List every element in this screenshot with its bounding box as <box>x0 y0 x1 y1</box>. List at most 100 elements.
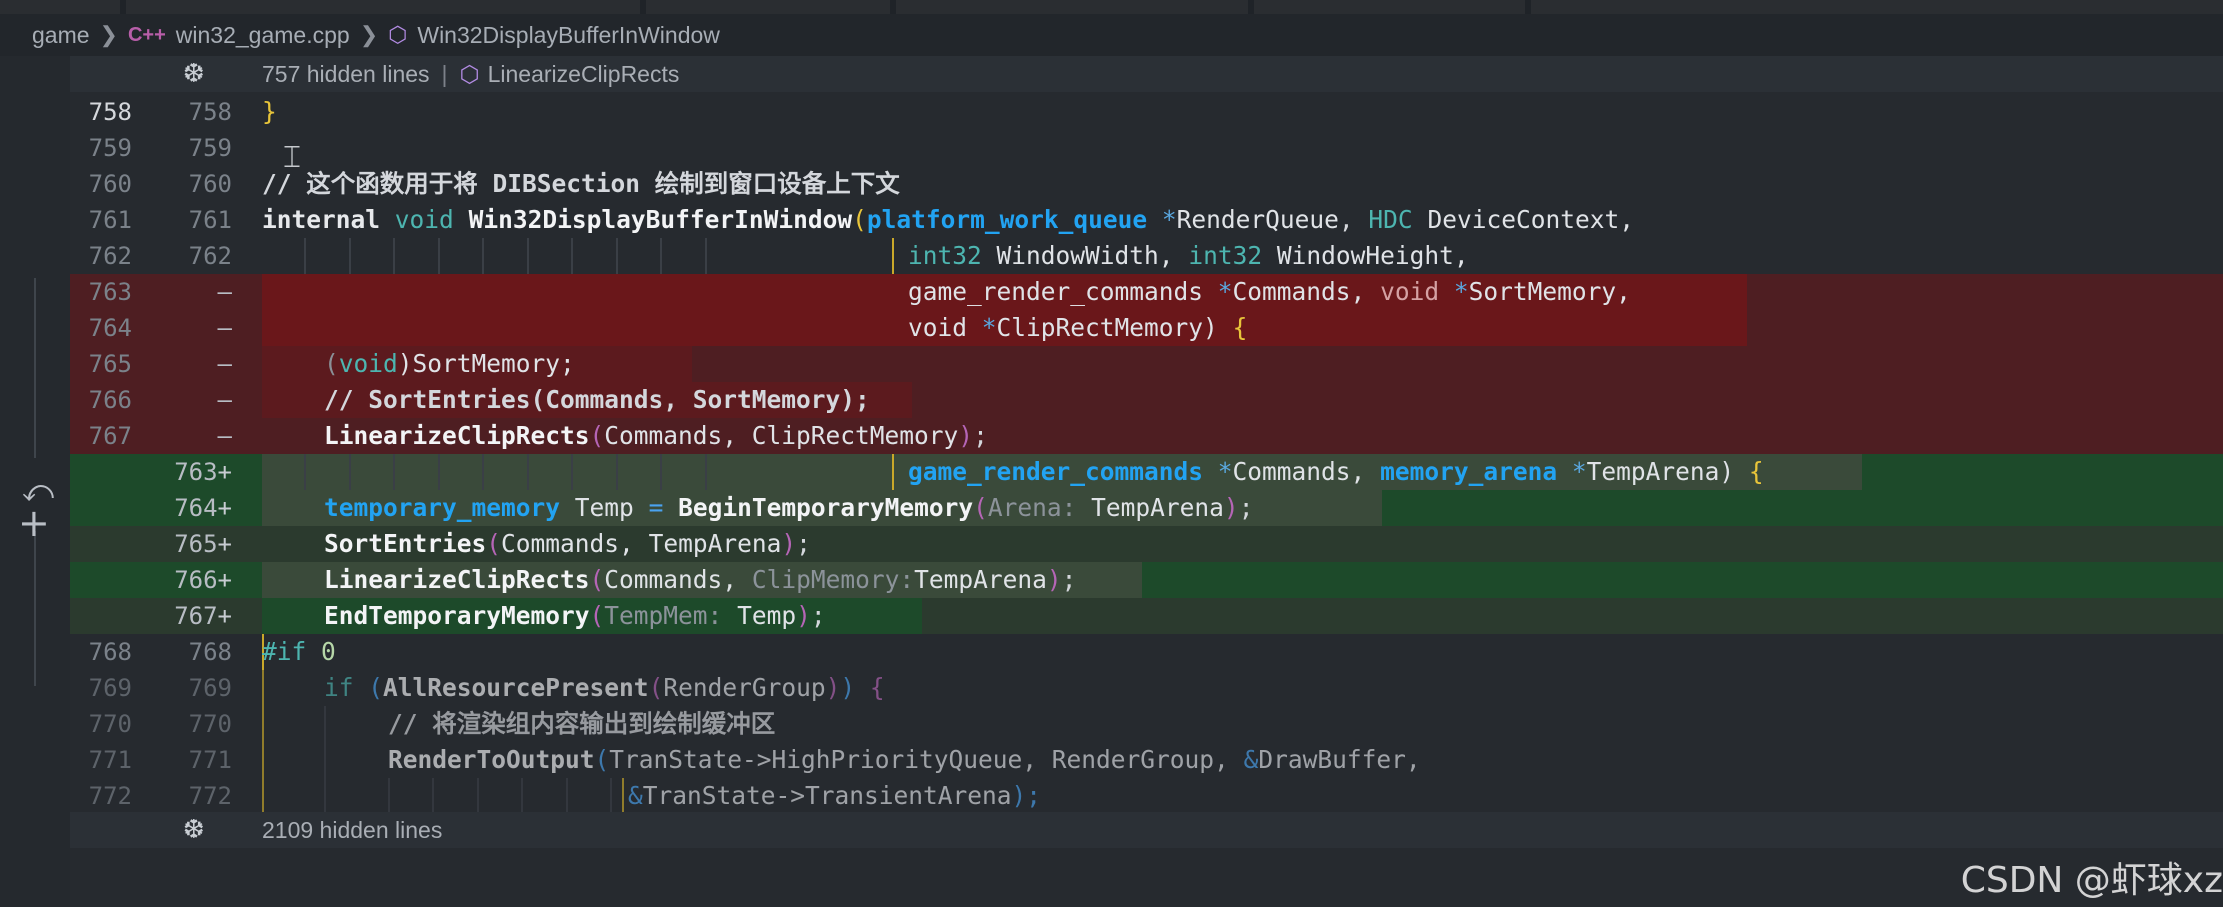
line-number-old: 769 <box>88 674 132 702</box>
breadcrumb: game ❯ C++ win32_game.cpp ❯ ⬡ Win32Displ… <box>0 14 2223 56</box>
line-number-new: — <box>217 314 232 342</box>
diff-added-line: 766+ LinearizeClipRects(Commands, ClipMe… <box>70 562 2223 598</box>
code-text: if (AllResourcePresent(RenderGroup)) { <box>324 673 885 702</box>
diff-added-line: 765+ SortEntries(Commands, TempArena); <box>70 526 2223 562</box>
unfold-icon[interactable]: ❆ <box>183 815 205 845</box>
text-cursor-icon: ⌶ <box>283 140 301 175</box>
tab-divider <box>120 0 126 14</box>
line-number-old <box>70 526 132 562</box>
line-number-new: 758 <box>188 98 232 126</box>
code-text: RenderToOutput(TranState->HighPriorityQu… <box>388 745 1421 774</box>
tab-strip <box>0 0 2223 14</box>
line-number-old: 767 <box>88 422 132 450</box>
line-number-old: 764 <box>88 314 132 342</box>
line-number-old: 758 <box>88 98 132 126</box>
code-text: LinearizeClipRects(Commands, ClipMemory:… <box>324 565 1077 594</box>
code-line: 772 772 &TranState->TransientArena); <box>70 778 2223 814</box>
breadcrumb-symbol[interactable]: Win32DisplayBufferInWindow <box>417 22 720 49</box>
line-number-new: 771 <box>188 746 232 774</box>
code-text: } <box>262 97 277 126</box>
code-text: game_render_commands *Commands, memory_a… <box>908 457 1764 486</box>
diff-added-line: 764+ temporary_memory Temp = BeginTempor… <box>70 490 2223 526</box>
code-editor[interactable]: ❆ 757 hidden lines | ⬡ LinearizeClipRects 7… <box>70 56 2223 907</box>
code-line: 761 761 internal void Win32DisplayBuffer… <box>70 202 2223 238</box>
line-number-old: 759 <box>88 134 132 162</box>
diff-removed-line: 765 — (void)SortMemory; <box>70 346 2223 382</box>
hidden-lines-fold-bottom[interactable]: ❆ 2109 hidden lines <box>70 812 2223 848</box>
line-number-new: — <box>217 386 232 414</box>
code-text: EndTemporaryMemory(TempMem: Temp); <box>324 601 826 630</box>
line-number-new: — <box>217 422 232 450</box>
breadcrumb-folder[interactable]: game <box>32 22 90 49</box>
code-text: #if 0 <box>262 637 336 666</box>
code-line: 759 759 <box>70 130 2223 166</box>
diff-removed-line: 763 — game_render_commands *Commands, vo… <box>70 274 2223 310</box>
breadcrumb-file[interactable]: win32_game.cpp <box>176 22 350 49</box>
diff-removed-line: 766 — // SortEntries(Commands, SortMemor… <box>70 382 2223 418</box>
line-number-new: 762 <box>188 242 232 270</box>
tab-divider <box>640 0 646 14</box>
hidden-lines-count: 757 hidden lines <box>262 60 430 87</box>
code-line: 758 758 } <box>70 94 2223 130</box>
code-comment: // 将渲染组内容输出到绘制缓冲区 <box>388 709 776 738</box>
line-number-old: 770 <box>88 710 132 738</box>
code-line: 771 771 RenderToOutput(TranState->HighPr… <box>70 742 2223 778</box>
diff-range-bar <box>34 278 36 458</box>
line-number-new: 767+ <box>174 602 232 630</box>
line-number-old: 761 <box>88 206 132 234</box>
fold-symbol: LinearizeClipRects <box>487 60 680 87</box>
line-number-old: 765 <box>88 350 132 378</box>
line-number-new: — <box>217 350 232 378</box>
code-line: 762 762 int32 WindowWidth, int32 WindowH… <box>70 238 2223 274</box>
line-number-old: 760 <box>88 170 132 198</box>
diff-removed-line: 767 — LinearizeClipRects(Commands, ClipR… <box>70 418 2223 454</box>
tab-divider <box>1248 0 1254 14</box>
line-number-new: 761 <box>188 206 232 234</box>
line-number-old <box>70 490 132 526</box>
code-text: game_render_commands *Commands, void *So… <box>908 277 1631 306</box>
chevron-right-icon: ❯ <box>359 22 379 47</box>
line-number-new: 770 <box>188 710 232 738</box>
line-number-old: 766 <box>88 386 132 414</box>
tab-divider <box>890 0 896 14</box>
line-number-new: — <box>217 278 232 306</box>
line-number-old <box>70 454 132 490</box>
line-number-old: 762 <box>88 242 132 270</box>
code-text: int32 WindowWidth, int32 WindowHeight, <box>908 241 1469 270</box>
diff-added-line: 763+ game_render_commands *Commands, mem… <box>70 454 2223 490</box>
code-text: void *ClipRectMemory) { <box>908 313 1248 342</box>
separator: | <box>441 60 448 87</box>
code-line: 769 769 if (AllResourcePresent(RenderGro… <box>70 670 2223 706</box>
code-comment: // SortEntries(Commands, SortMemory); <box>324 385 870 414</box>
code-text: (void)SortMemory; <box>324 349 575 378</box>
line-number-new: 759 <box>188 134 232 162</box>
unfold-icon[interactable]: ❆ <box>183 59 205 89</box>
line-number-old <box>70 598 132 634</box>
diff-range-bar <box>34 531 36 686</box>
diff-added-line: 767+ EndTemporaryMemory(TempMem: Temp); <box>70 598 2223 634</box>
cpp-file-icon: C++ <box>127 23 166 46</box>
line-number-old: 763 <box>88 278 132 306</box>
tab-divider <box>1525 0 1531 14</box>
code-comment: // 这个函数用于将 DIBSection 绘制到窗口设备上下文 <box>262 169 900 198</box>
line-number-new: 769 <box>188 674 232 702</box>
code-text: internal void Win32DisplayBufferInWindow… <box>262 205 1634 234</box>
line-number-new: 760 <box>188 170 232 198</box>
code-text: &TranState->TransientArena); <box>628 781 1042 810</box>
line-number-new: 766+ <box>174 566 232 594</box>
hidden-lines-fold-top[interactable]: ❆ 757 hidden lines | ⬡ LinearizeClipRects <box>70 56 2223 92</box>
stage-plus-icon[interactable]: + <box>18 504 50 542</box>
line-number-old: 768 <box>88 638 132 666</box>
hidden-lines-count: 2109 hidden lines <box>262 816 443 843</box>
line-number-old <box>70 562 132 598</box>
code-line: 760 760 // 这个函数用于将 DIBSection 绘制到窗口设备上下文 <box>70 166 2223 202</box>
diff-removed-line: 764 — void *ClipRectMemory) { <box>70 310 2223 346</box>
watermark: CSDN @虾球xz <box>1960 860 2223 901</box>
chevron-right-icon: ❯ <box>99 22 118 47</box>
line-number-new: 763+ <box>174 458 232 486</box>
line-number-new: 772 <box>188 782 232 810</box>
line-number-old: 772 <box>88 782 132 810</box>
line-number-old: 771 <box>88 746 132 774</box>
method-cube-icon: ⬡ <box>459 60 480 87</box>
code-line: 770 770 // 将渲染组内容输出到绘制缓冲区 <box>70 706 2223 742</box>
